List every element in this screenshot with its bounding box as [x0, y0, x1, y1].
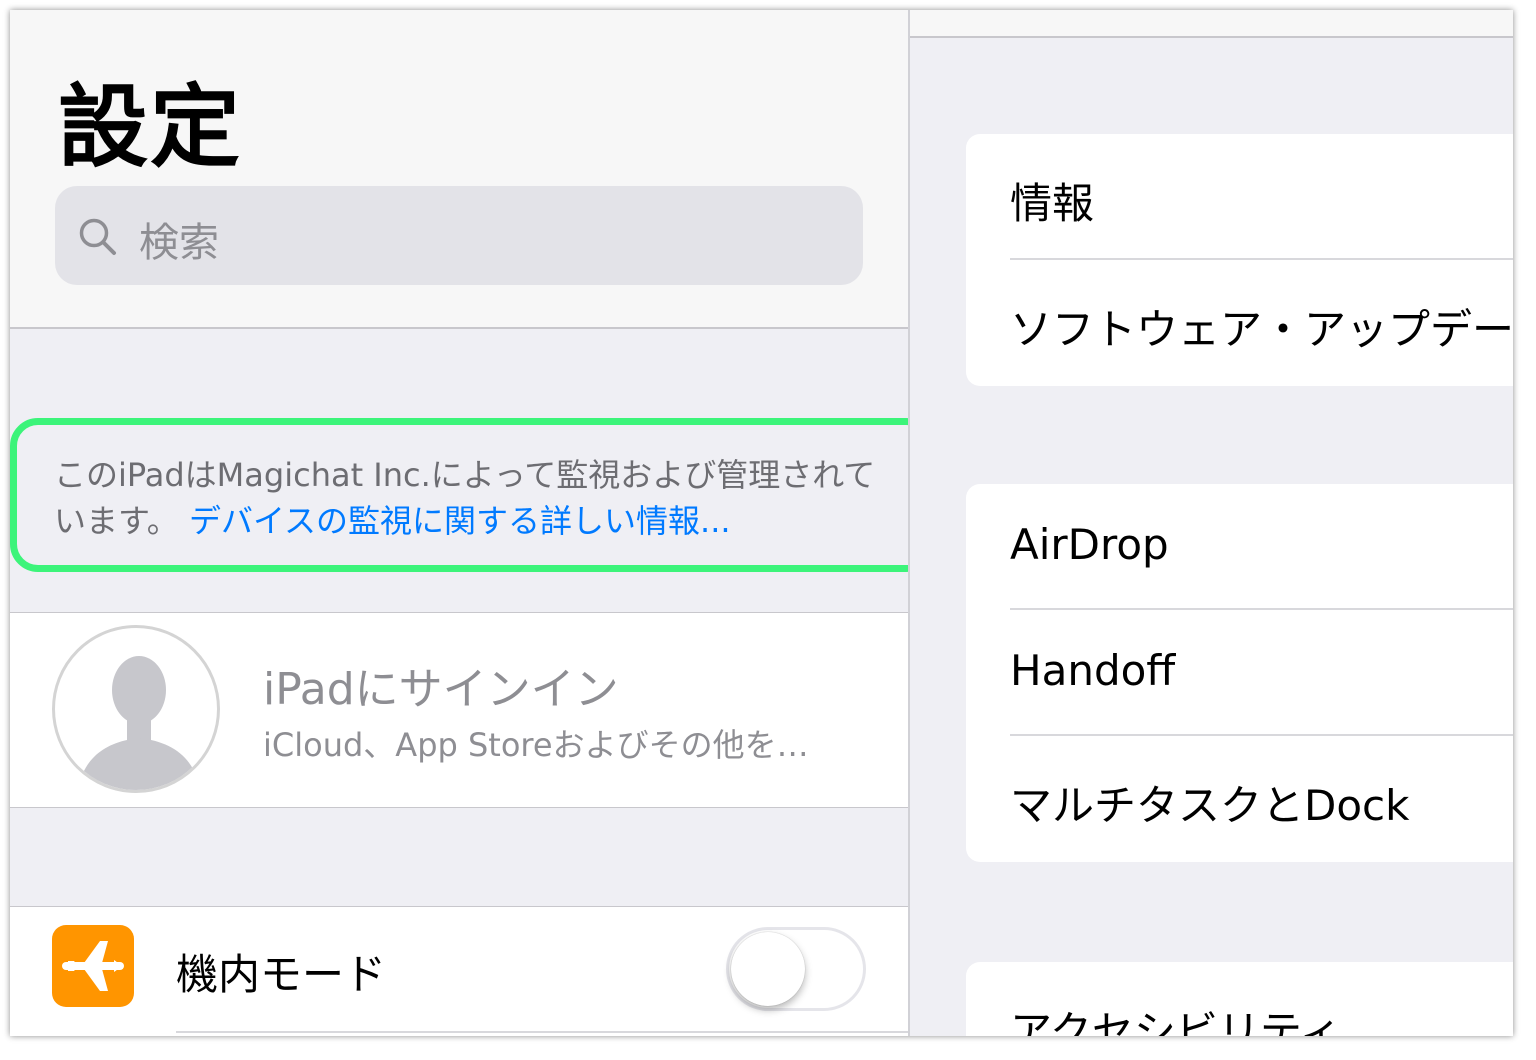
- toggle-knob: [731, 932, 805, 1006]
- airplane-mode-label: 機内モード: [176, 950, 387, 999]
- avatar: [52, 625, 220, 793]
- settings-group-about: 情報 ソフトウェア・アップデート: [966, 134, 1513, 386]
- list-item-about[interactable]: 情報: [966, 134, 1513, 260]
- cell-label: マルチタスクとDock: [1010, 781, 1410, 830]
- signin-cell[interactable]: iPadにサインイン iCloud、App Storeおよびその他を…: [10, 612, 908, 808]
- list-item-multitasking[interactable]: マルチタスクとDock: [966, 736, 1513, 862]
- list-item-software-update[interactable]: ソフトウェア・アップデート: [966, 260, 1513, 386]
- cell-label: 情報: [1010, 179, 1095, 228]
- list-item-accessibility[interactable]: アクセシビリティ: [966, 962, 1513, 1036]
- screenshot-frame: 設定 検索 このiPadはMagichat Inc.によって監視および管理されて…: [10, 10, 1513, 1036]
- page-title: 設定: [58, 75, 242, 180]
- airplane-icon: [62, 941, 124, 991]
- airplane-mode-toggle[interactable]: [726, 927, 866, 1011]
- search-bar[interactable]: 検索: [55, 186, 863, 285]
- highlight-annotation: [10, 418, 908, 572]
- person-silhouette-icon: [77, 656, 201, 790]
- row-divider: [176, 1031, 908, 1033]
- detail-nav-bar: [910, 10, 1513, 38]
- detail-pane: 情報 ソフトウェア・アップデート AirDrop Handoff マルチタスクと…: [910, 10, 1513, 1036]
- list-item-handoff[interactable]: Handoff: [966, 610, 1513, 736]
- cell-label: AirDrop: [1010, 520, 1169, 569]
- settings-sidebar: 設定 検索 このiPadはMagichat Inc.によって監視および管理されて…: [10, 10, 908, 1036]
- airplane-badge: [52, 925, 134, 1007]
- signin-title: iPadにサインイン: [263, 664, 619, 715]
- signin-subtitle: iCloud、App Storeおよびその他を…: [263, 726, 809, 764]
- list-item-airdrop[interactable]: AirDrop: [966, 484, 1513, 610]
- cell-label: ソフトウェア・アップデート: [1010, 305, 1513, 354]
- header-divider: [10, 327, 908, 329]
- cell-label: Handoff: [1010, 646, 1176, 695]
- settings-header: 設定 検索: [10, 10, 908, 328]
- search-input[interactable]: 検索: [139, 210, 219, 268]
- cell-label: アクセシビリティ: [1010, 1007, 1342, 1036]
- settings-group-accessibility: アクセシビリティ: [966, 962, 1513, 1036]
- settings-group-continuity: AirDrop Handoff マルチタスクとDock: [966, 484, 1513, 862]
- airplane-mode-cell[interactable]: 機内モード: [10, 906, 908, 1036]
- search-icon: [79, 218, 116, 255]
